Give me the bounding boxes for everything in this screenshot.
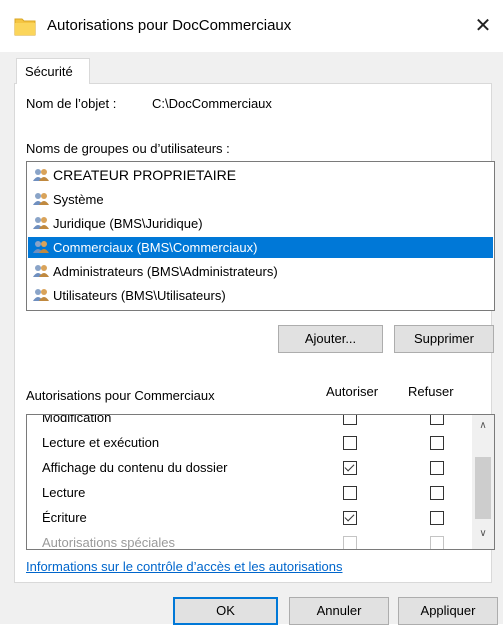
users-icon	[33, 169, 49, 181]
remove-button[interactable]: Supprimer	[394, 325, 494, 353]
allow-checkbox[interactable]	[343, 486, 357, 500]
allow-column-header: Autoriser	[326, 384, 379, 399]
scrollbar-thumb[interactable]	[475, 457, 491, 519]
deny-checkbox[interactable]	[430, 486, 444, 500]
permission-label: Modification	[42, 414, 112, 425]
window-title: Autorisations pour DocCommerciaux	[47, 17, 292, 34]
group-item[interactable]: Système	[28, 189, 493, 210]
allow-checkbox[interactable]	[343, 511, 357, 525]
group-item[interactable]: Utilisateurs (BMS\Utilisateurs)	[28, 285, 493, 306]
group-item-label: Juridique (BMS\Juridique)	[53, 216, 203, 231]
deny-checkbox[interactable]	[430, 415, 444, 425]
permission-label: Lecture et exécution	[42, 435, 160, 450]
folder-icon	[14, 18, 36, 36]
users-icon	[33, 241, 49, 253]
group-item[interactable]: CREATEUR PROPRIETAIRE	[28, 165, 493, 186]
tab-security[interactable]: Sécurité	[16, 58, 90, 84]
permissions-list: Modification Lecture et exécution Affichag…	[26, 414, 495, 550]
scroll-down-icon[interactable]: ∨	[472, 527, 494, 541]
groups-label: Noms de groupes ou d’utilisateurs :	[26, 141, 230, 156]
group-item[interactable]: Administrateurs (BMS\Administrateurs)	[28, 261, 493, 282]
access-control-info-link[interactable]: Informations sur le contrôle d’accès et …	[26, 559, 343, 574]
group-item-label: Système	[53, 192, 104, 207]
permissions-header: Autorisations pour Commerciaux	[26, 388, 215, 403]
group-item[interactable]: Juridique (BMS\Juridique)	[28, 213, 493, 234]
object-name-label: Nom de l’objet :	[26, 96, 117, 111]
deny-column-header: Refuser	[408, 384, 454, 399]
permission-row: Modification	[27, 414, 472, 432]
cancel-button[interactable]: Annuler	[289, 597, 389, 625]
permission-label: Affichage du contenu du dossier	[42, 460, 228, 475]
group-item[interactable]: Commerciaux (BMS\Commerciaux)	[28, 237, 493, 258]
group-item-label: Commerciaux (BMS\Commerciaux)	[53, 240, 258, 255]
group-item-label: Administrateurs (BMS\Administrateurs)	[53, 264, 278, 279]
groups-list[interactable]: CREATEUR PROPRIETAIRE Système Juridique (B…	[26, 161, 495, 311]
users-icon	[33, 193, 49, 205]
permission-label: Autorisations spéciales	[42, 535, 175, 550]
permission-label: Écriture	[42, 510, 87, 525]
permission-row: Lecture	[27, 481, 472, 507]
deny-checkbox[interactable]	[430, 511, 444, 525]
users-icon	[33, 289, 49, 301]
group-item-label: CREATEUR PROPRIETAIRE	[53, 167, 237, 183]
allow-checkbox[interactable]	[343, 461, 357, 475]
deny-checkbox[interactable]	[430, 461, 444, 475]
deny-checkbox[interactable]	[430, 436, 444, 450]
tab-label: Sécurité	[25, 64, 73, 79]
ok-button[interactable]: OK	[173, 597, 278, 625]
users-icon	[33, 265, 49, 277]
allow-checkbox[interactable]	[343, 436, 357, 450]
users-icon	[33, 217, 49, 229]
permission-row: Autorisations spéciales	[27, 531, 472, 550]
object-name-value: C:\DocCommerciaux	[152, 96, 272, 111]
close-icon[interactable]: ✕	[468, 10, 498, 40]
permission-row: Lecture et exécution	[27, 431, 472, 457]
permission-row: Écriture	[27, 506, 472, 532]
deny-checkbox[interactable]	[430, 536, 444, 549]
permission-label: Lecture	[42, 485, 86, 500]
add-button[interactable]: Ajouter...	[278, 325, 383, 353]
allow-checkbox[interactable]	[343, 536, 357, 549]
allow-checkbox[interactable]	[343, 415, 357, 425]
scroll-up-icon[interactable]: ∧	[472, 419, 494, 433]
apply-button[interactable]: Appliquer	[398, 597, 498, 625]
permissions-scrollbar[interactable]: ∧ ∨	[472, 415, 494, 549]
group-item-label: Utilisateurs (BMS\Utilisateurs)	[53, 288, 226, 303]
permission-row: Affichage du contenu du dossier	[27, 456, 472, 482]
